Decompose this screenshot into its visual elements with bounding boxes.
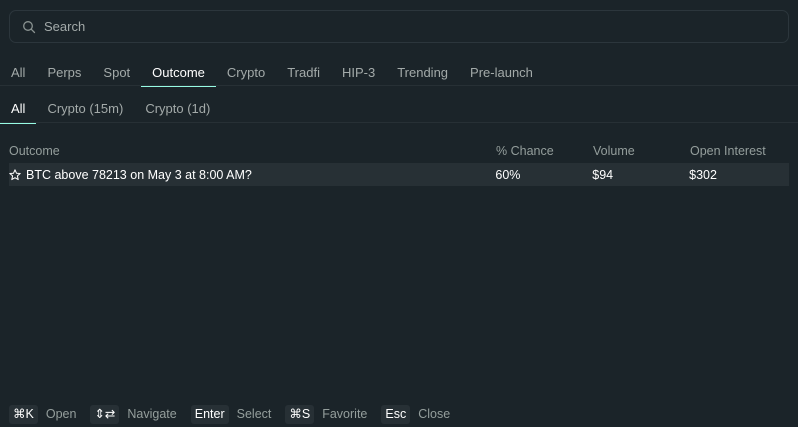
subtab-all[interactable]: All <box>0 97 37 124</box>
tab-tradfi[interactable]: Tradfi <box>276 60 331 86</box>
row-outcome-label: BTC above 78213 on May 3 at 8:00 AM? <box>26 167 252 182</box>
shortcut-key-select: Enter <box>190 404 229 424</box>
subcategory-tabs: All Crypto (15m) Crypto (1d) <box>0 97 798 124</box>
tab-all[interactable]: All <box>0 60 36 86</box>
tab-pre-launch[interactable]: Pre-launch <box>459 60 544 86</box>
tab-spot[interactable]: Spot <box>92 60 141 86</box>
search-box[interactable] <box>9 10 789 43</box>
header-outcome[interactable]: Outcome <box>0 144 496 158</box>
shortcut-key-open: ⌘K <box>9 404 38 424</box>
row-open-interest: $302 <box>689 167 717 182</box>
shortcut-label-close: Close <box>418 407 451 421</box>
row-outcome: BTC above 78213 on May 3 at 8:00 AM? <box>9 168 495 182</box>
row-volume: $94 <box>592 167 614 182</box>
tab-hip-3[interactable]: HIP-3 <box>331 60 386 86</box>
tab-trending[interactable]: Trending <box>386 60 459 86</box>
shortcut-key-close: Esc <box>381 404 411 424</box>
shortcut-key-favorite: ⌘S <box>285 404 315 424</box>
tab-outcome[interactable]: Outcome <box>141 60 216 87</box>
shortcut-key-navigate: ⇕⇄ <box>90 404 120 424</box>
category-tabs: All Perps Spot Outcome Crypto Tradfi HIP… <box>0 60 798 87</box>
tab-crypto[interactable]: Crypto <box>216 60 276 86</box>
table-row[interactable]: BTC above 78213 on May 3 at 8:00 AM? 60%… <box>9 163 789 186</box>
tab-perps[interactable]: Perps <box>36 60 92 86</box>
outcome-table: Outcome % Chance Volume Open Interest BT… <box>0 140 798 186</box>
header-chance[interactable]: % Chance <box>496 144 593 158</box>
subtab-crypto-1d[interactable]: Crypto (1d) <box>134 97 221 123</box>
subtab-crypto-15m[interactable]: Crypto (15m) <box>36 97 134 123</box>
shortcut-label-navigate: Navigate <box>127 407 177 421</box>
star-outline-icon[interactable] <box>9 168 21 181</box>
search-input[interactable] <box>44 19 744 34</box>
shortcut-label-favorite: Favorite <box>322 407 368 421</box>
search-icon <box>22 20 36 34</box>
table-header: Outcome % Chance Volume Open Interest <box>0 140 798 162</box>
header-volume[interactable]: Volume <box>593 144 690 158</box>
header-open-interest[interactable]: Open Interest <box>690 144 790 158</box>
shortcut-label-open: Open <box>45 407 77 421</box>
row-chance: 60% <box>495 167 521 182</box>
shortcut-label-select: Select <box>236 407 272 421</box>
keyboard-hints: ⌘K Open ⇕⇄ Navigate Enter Select ⌘S Favo… <box>9 404 464 424</box>
